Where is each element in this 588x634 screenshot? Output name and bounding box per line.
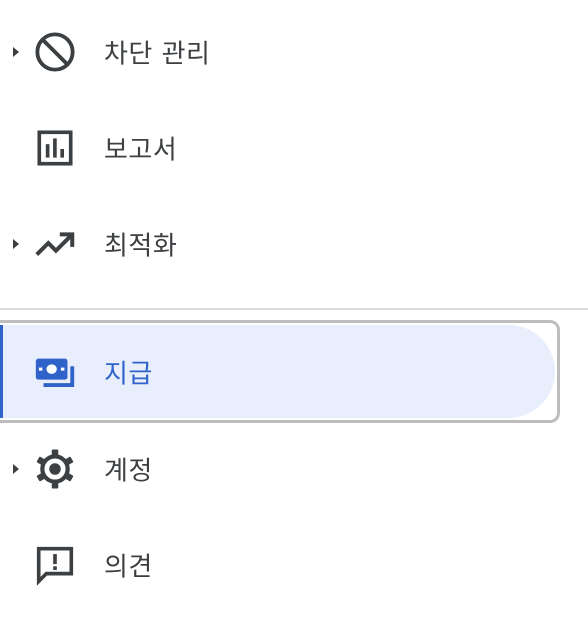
sidebar-item-label: 계정 [104,456,153,487]
sidebar-nav: 차단 관리 보고서 최적화 지급 계정 의견 [0,0,588,634]
bar-chart-icon [37,130,73,166]
sidebar-item-reports[interactable]: 보고서 [0,100,558,196]
expand-arrow-icon[interactable] [11,237,21,251]
payments-icon [35,358,75,387]
sidebar-item-optimization[interactable]: 최적화 [0,196,558,292]
block-icon [35,32,75,72]
feedback-icon [36,546,74,586]
selected-indicator [0,325,3,418]
sidebar-item-feedback[interactable]: 의견 [0,517,558,613]
settings-icon [36,449,74,489]
sidebar-item-label: 최적화 [104,231,178,262]
expand-arrow-icon[interactable] [11,462,21,476]
sidebar-item-label: 차단 관리 [104,39,211,70]
sidebar-item-payments[interactable]: 지급 [0,320,560,423]
selected-highlight [3,325,555,418]
expand-arrow-icon[interactable] [11,45,21,59]
sidebar-item-block-management[interactable]: 차단 관리 [0,4,558,100]
sidebar-item-label: 의견 [104,552,153,583]
sidebar-item-account[interactable]: 계정 [0,421,558,517]
trending-up-icon [35,232,75,256]
sidebar-item-label: 보고서 [104,135,178,166]
sidebar-item-label: 지급 [104,359,153,389]
nav-divider [0,308,588,310]
